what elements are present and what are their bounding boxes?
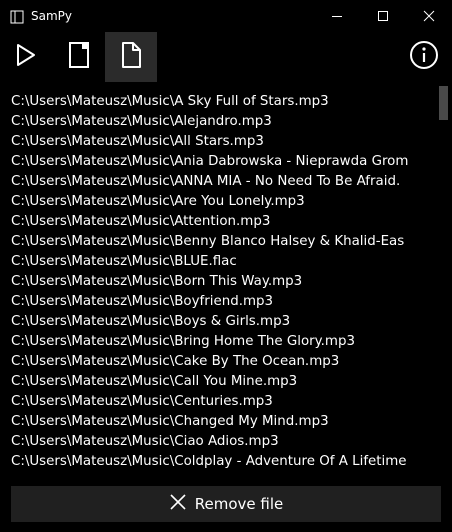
list-item[interactable]: C:\Users\Mateusz\Music\Alejandro.mp3 — [11, 112, 438, 132]
list-item[interactable]: C:\Users\Mateusz\Music\Bring Home The Gl… — [11, 332, 438, 352]
app-window: SamPy C:\Users\Mateusz\Music\A Sky Full … — [0, 0, 452, 532]
list-item[interactable]: C:\Users\Mateusz\Music\A Sky Full of Sta… — [11, 92, 438, 112]
list-item[interactable]: C:\Users\Mateusz\Music\Centuries.mp3 — [11, 392, 438, 412]
list-item[interactable]: C:\Users\Mateusz\Music\Attention.mp3 — [11, 212, 438, 232]
document-icon — [67, 41, 91, 73]
title-bar: SamPy — [0, 0, 452, 32]
play-icon — [15, 43, 37, 71]
file-button[interactable] — [105, 32, 157, 82]
minimize-icon — [331, 7, 343, 26]
window-icon — [10, 9, 24, 24]
list-item[interactable]: C:\Users\Mateusz\Music\Cake By The Ocean… — [11, 352, 438, 372]
window-title: SamPy — [31, 9, 72, 23]
minimize-button[interactable] — [314, 0, 360, 32]
list-item[interactable]: C:\Users\Mateusz\Music\Call You Mine.mp3 — [11, 372, 438, 392]
remove-file-button[interactable]: Remove file — [11, 486, 441, 522]
list-item[interactable]: C:\Users\Mateusz\Music\ANNA MIA - No Nee… — [11, 172, 438, 192]
info-button[interactable] — [398, 32, 450, 82]
list-item[interactable]: C:\Users\Mateusz\Music\Boyfriend.mp3 — [11, 292, 438, 312]
document-button[interactable] — [53, 32, 105, 82]
list-item[interactable]: C:\Users\Mateusz\Music\Coldplay - Advent… — [11, 452, 438, 472]
play-button[interactable] — [0, 32, 52, 82]
file-icon — [120, 41, 142, 73]
list-item[interactable]: C:\Users\Mateusz\Music\Ania Dabrowska - … — [11, 152, 438, 172]
list-item[interactable]: C:\Users\Mateusz\Music\Changed My Mind.m… — [11, 412, 438, 432]
list-item[interactable]: C:\Users\Mateusz\Music\All Stars.mp3 — [11, 132, 438, 152]
close-button[interactable] — [406, 0, 452, 32]
info-icon — [409, 40, 439, 74]
list-item[interactable]: C:\Users\Mateusz\Music\Born This Way.mp3 — [11, 272, 438, 292]
list-item[interactable]: C:\Users\Mateusz\Music\Benny Blanco Hals… — [11, 232, 438, 252]
list-item[interactable]: C:\Users\Mateusz\Music\Boys & Girls.mp3 — [11, 312, 438, 332]
scrollbar-thumb[interactable] — [439, 86, 448, 120]
remove-file-label: Remove file — [194, 495, 284, 513]
list-item[interactable]: C:\Users\Mateusz\Music\Ciao Adios.mp3 — [11, 432, 438, 452]
file-list[interactable]: C:\Users\Mateusz\Music\A Sky Full of Sta… — [0, 84, 438, 478]
toolbar — [0, 32, 452, 82]
maximize-icon — [377, 7, 389, 26]
x-icon — [169, 493, 187, 515]
list-item[interactable]: C:\Users\Mateusz\Music\BLUE.flac — [11, 252, 438, 272]
maximize-button[interactable] — [360, 0, 406, 32]
list-item[interactable]: C:\Users\Mateusz\Music\Are You Lonely.mp… — [11, 192, 438, 212]
close-icon — [423, 7, 435, 26]
